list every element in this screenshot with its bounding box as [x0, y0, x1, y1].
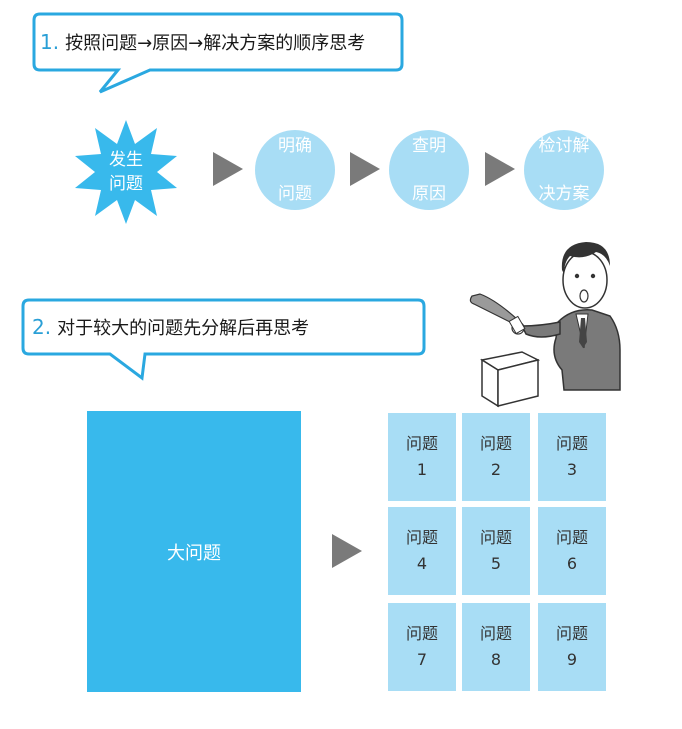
sub-problem-number: 4 — [416, 554, 428, 573]
big-problem-label: 大问题 — [167, 542, 221, 564]
sub-problem-3: 问题 3 — [538, 413, 606, 501]
sub-problem-2: 问题 2 — [462, 413, 530, 501]
sub-problem-5: 问题 5 — [462, 507, 530, 595]
sub-problem-number: 6 — [566, 554, 578, 573]
sub-problem-label: 问题 — [405, 624, 438, 643]
sub-problem-label: 问题 — [479, 528, 512, 547]
callout-2-text: 2. 对于较大的问题先分解后再思考 — [32, 315, 309, 341]
businessman-cutting-box-illustration — [469, 242, 621, 408]
sub-problem-label: 问题 — [479, 434, 512, 453]
sub-problem-4: 问题 4 — [388, 507, 456, 595]
callout-2-label: 对于较大的问题先分解后再思考 — [57, 318, 310, 339]
sub-problem-9: 问题 9 — [538, 603, 606, 691]
big-problem-box: 大问题 — [87, 411, 301, 692]
sub-problem-1: 问题 1 — [388, 413, 456, 501]
sub-problem-number: 2 — [490, 460, 502, 479]
sub-problem-label: 问题 — [405, 528, 438, 547]
sub-problem-8: 问题 8 — [462, 603, 530, 691]
sub-problem-label: 问题 — [405, 434, 438, 453]
sub-problem-label: 问题 — [479, 624, 512, 643]
sub-problem-number: 7 — [416, 650, 428, 669]
sub-problem-label: 问题 — [555, 528, 588, 547]
sub-problem-number: 1 — [416, 460, 428, 479]
sub-problem-6: 问题 6 — [538, 507, 606, 595]
sub-problem-label: 问题 — [555, 624, 588, 643]
sub-problem-number: 5 — [490, 554, 502, 573]
sub-problem-7: 问题 7 — [388, 603, 456, 691]
callout-2-number: 2. — [32, 315, 52, 339]
sub-problem-label: 问题 — [555, 434, 588, 453]
box-illustration — [480, 351, 541, 408]
sub-problem-number: 3 — [566, 460, 578, 479]
arrow-right-icon — [332, 534, 362, 568]
sub-problem-number: 8 — [490, 650, 502, 669]
sub-problem-number: 9 — [566, 650, 578, 669]
